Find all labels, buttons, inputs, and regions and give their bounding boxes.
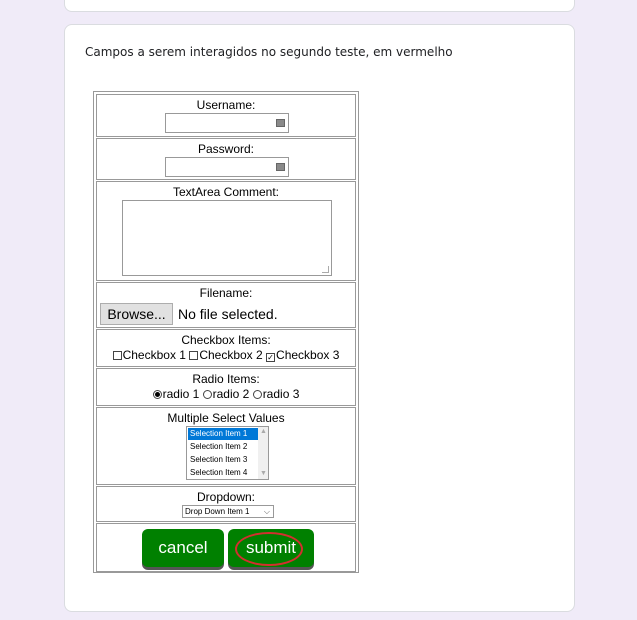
scroll-down-icon[interactable]: ▼ bbox=[260, 470, 267, 477]
checkbox-3-label: Checkbox 3 bbox=[276, 348, 340, 362]
password-label: Password: bbox=[197, 142, 255, 156]
checkbox-cell: Checkbox Items: Checkbox 1 Checkbox 2 ✓ C… bbox=[96, 329, 356, 367]
buttons-cell: cancel submit bbox=[96, 523, 356, 572]
cancel-button[interactable]: cancel bbox=[142, 529, 224, 567]
dropdown-value: Drop Down Item 1 bbox=[185, 507, 250, 516]
multiselect-option-2[interactable]: Selection Item 2 bbox=[188, 441, 258, 453]
dropdown-label: Dropdown: bbox=[196, 490, 256, 504]
card-description: Campos a serem interagidos no segundo te… bbox=[85, 45, 453, 59]
keyboard-icon bbox=[276, 119, 285, 127]
chevron-down-icon: ⌵ bbox=[263, 507, 270, 516]
highlight-ring bbox=[235, 532, 303, 566]
checkbox-1-label: Checkbox 1 bbox=[122, 348, 186, 362]
password-cell: Password: bbox=[96, 138, 356, 180]
radio-1-label: radio 1 bbox=[162, 387, 200, 401]
radio-label: Radio Items: bbox=[192, 372, 260, 386]
password-input[interactable] bbox=[165, 157, 289, 177]
multiselect-option-4[interactable]: Selection Item 4 bbox=[188, 467, 258, 479]
textarea-label: TextArea Comment: bbox=[172, 185, 280, 199]
checkbox-1[interactable] bbox=[112, 351, 122, 360]
checkbox-label: Checkbox Items: bbox=[181, 333, 271, 347]
dropdown-select[interactable]: Drop Down Item 1 ⌵ bbox=[182, 505, 274, 518]
browse-button[interactable]: Browse... bbox=[100, 303, 173, 325]
listbox-scrollbar[interactable]: ▲ ▼ bbox=[258, 427, 268, 479]
filename-cell: Filename: Browse... No file selected. bbox=[96, 282, 356, 328]
multiselect-cell: Multiple Select Values Selection Item 1 … bbox=[96, 407, 356, 485]
multiselect-option-1[interactable]: Selection Item 1 bbox=[188, 428, 258, 440]
radio-2-label: radio 2 bbox=[212, 387, 250, 401]
radio-3[interactable] bbox=[252, 390, 262, 399]
multiselect-label: Multiple Select Values bbox=[167, 411, 285, 425]
filename-label: Filename: bbox=[199, 286, 253, 300]
checkbox-group: Checkbox 1 Checkbox 2 ✓ Checkbox 3 bbox=[97, 348, 355, 362]
no-file-text: No file selected. bbox=[178, 306, 278, 322]
checkbox-2-label: Checkbox 2 bbox=[199, 348, 263, 362]
username-input[interactable] bbox=[165, 113, 289, 133]
keyboard-icon bbox=[276, 163, 285, 171]
multiselect-listbox[interactable]: Selection Item 1 Selection Item 2 Select… bbox=[186, 426, 269, 480]
question-card: Campos a serem interagidos no segundo te… bbox=[64, 24, 575, 612]
form-screenshot: Username: Password: TextArea Comment: Fi… bbox=[93, 91, 359, 573]
scroll-up-icon[interactable]: ▲ bbox=[260, 428, 267, 435]
radio-1[interactable] bbox=[152, 390, 162, 399]
textarea-cell: TextArea Comment: bbox=[96, 181, 356, 281]
radio-group: radio 1 radio 2 radio 3 bbox=[97, 387, 355, 401]
username-label: Username: bbox=[196, 98, 256, 112]
comment-textarea[interactable] bbox=[122, 200, 332, 276]
submit-button[interactable]: submit bbox=[228, 529, 314, 567]
radio-2[interactable] bbox=[202, 390, 212, 399]
dropdown-cell: Dropdown: Drop Down Item 1 ⌵ bbox=[96, 486, 356, 522]
multiselect-option-3[interactable]: Selection Item 3 bbox=[188, 454, 258, 466]
username-cell: Username: bbox=[96, 94, 356, 137]
radio-3-label: radio 3 bbox=[262, 387, 300, 401]
checkbox-2[interactable] bbox=[189, 351, 199, 360]
checkbox-3[interactable]: ✓ bbox=[266, 353, 276, 362]
radio-cell: Radio Items: radio 1 radio 2 radio 3 bbox=[96, 368, 356, 406]
resize-handle-icon[interactable] bbox=[322, 266, 329, 273]
previous-card bbox=[64, 0, 575, 12]
